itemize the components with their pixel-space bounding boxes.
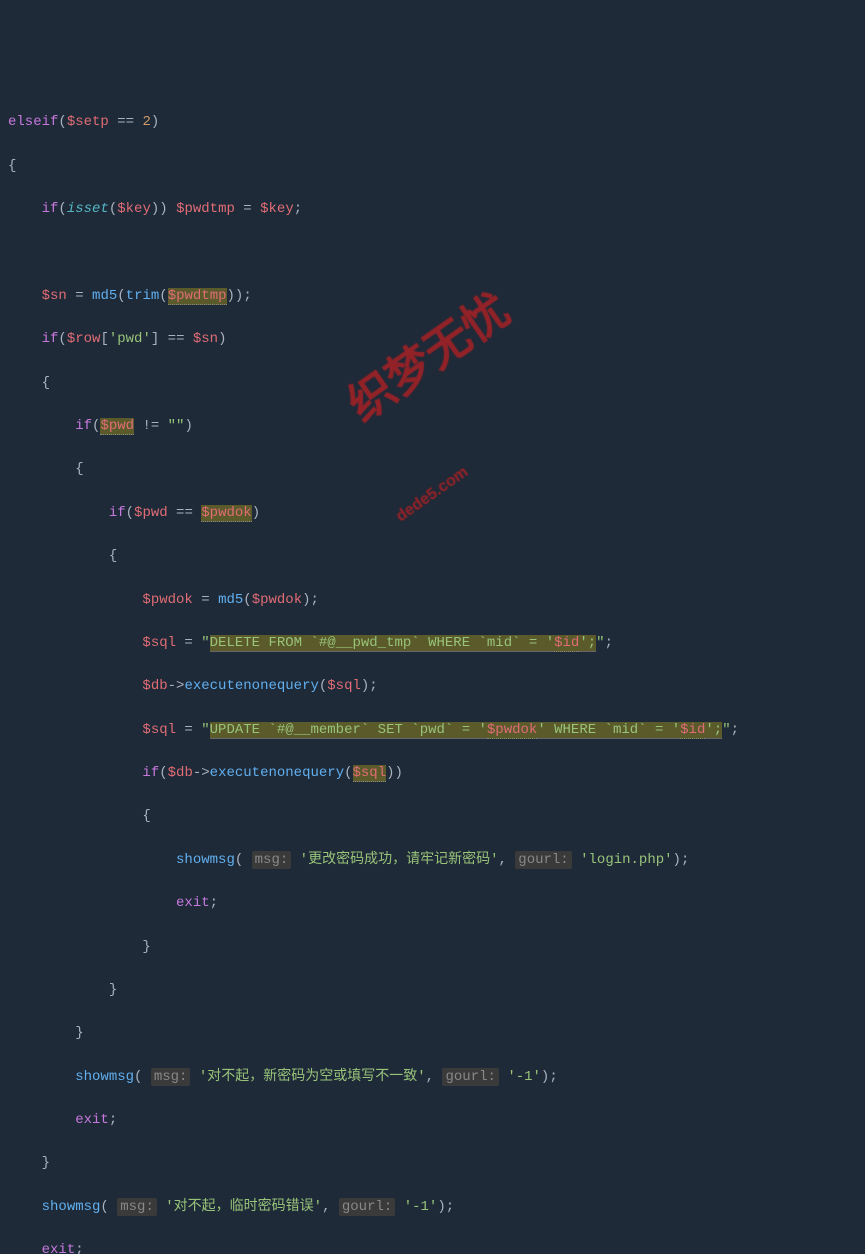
string-empty: "" [168,418,185,434]
code-line: } [8,1023,857,1045]
variable-pwdok-highlighted: $pwdok [201,505,251,522]
string-goback: '-1' [404,1199,438,1215]
function-showmsg: showmsg [75,1069,134,1085]
keyword-exit: exit [176,895,210,911]
function-isset: isset [67,201,109,217]
code-line: elseif($setp == 2) [8,112,857,134]
variable-sn: $sn [193,331,218,347]
code-line: $sql = "DELETE FROM `#@__pwd_tmp` WHERE … [8,633,857,655]
variable-db: $db [168,765,193,781]
variable-pwdok-highlighted: $pwdok [487,722,537,739]
variable-row: $row [67,331,101,347]
keyword-exit: exit [75,1112,109,1128]
param-hint-gourl: gourl: [442,1068,498,1086]
variable-key: $key [117,201,151,217]
variable-pwd-highlighted: $pwd [100,418,134,435]
code-line [8,243,857,265]
code-line: exit; [8,1110,857,1132]
string-error-msg: '对不起，新密码为空或填写不一致' [199,1069,426,1085]
method-executenonequery: executenonequery [210,765,344,781]
code-line: exit; [8,893,857,915]
function-md5: md5 [218,592,243,608]
code-line: } [8,1153,857,1175]
keyword-elseif: elseif [8,114,58,130]
sql-update-string: UPDATE `#@__member` SET `pwd` = ' [210,722,487,739]
function-showmsg: showmsg [42,1199,101,1215]
keyword-if: if [42,331,59,347]
variable-key: $key [260,201,294,217]
function-trim: trim [126,288,160,304]
sql-delete-string: DELETE FROM `#@__pwd_tmp` WHERE `mid` = … [210,635,554,652]
number-literal: 2 [142,114,150,130]
variable-pwd: $pwd [134,505,168,521]
code-line: exit; [8,1240,857,1254]
code-editor-viewport: elseif($setp == 2) { if(isset($key)) $pw… [8,91,857,1254]
variable-sn: $sn [42,288,67,304]
method-executenonequery: executenonequery [184,678,318,694]
string-pwd-index: 'pwd' [109,331,151,347]
code-line: if($pwd != "") [8,416,857,438]
variable-id-highlighted: $id [554,635,579,652]
code-line: if($row['pwd'] == $sn) [8,329,857,351]
variable-setp: $setp [67,114,109,130]
code-line: if($db->executenonequery($sql)) [8,763,857,785]
variable-sql: $sql [142,635,176,651]
code-line: showmsg( msg: '对不起，新密码为空或填写不一致', gourl: … [8,1067,857,1089]
param-hint-gourl: gourl: [339,1198,395,1216]
keyword-if: if [142,765,159,781]
variable-pwdok: $pwdok [142,592,192,608]
string-success-msg: '更改密码成功，请牢记新密码' [300,852,499,868]
code-line: } [8,937,857,959]
function-md5: md5 [92,288,117,304]
variable-id-highlighted: $id [680,722,705,739]
keyword-exit: exit [42,1242,76,1254]
code-line: showmsg( msg: '更改密码成功，请牢记新密码', gourl: 'l… [8,850,857,872]
variable-sql: $sql [327,678,361,694]
code-line: { [8,459,857,481]
param-hint-gourl: gourl: [515,851,571,869]
code-line: { [8,156,857,178]
param-hint-msg: msg: [252,851,292,869]
code-line: } [8,980,857,1002]
variable-pwdtmp: $pwdtmp [176,201,235,217]
code-line: $pwdok = md5($pwdok); [8,590,857,612]
code-line: { [8,806,857,828]
variable-sql-highlighted: $sql [353,765,387,782]
code-line: showmsg( msg: '对不起，临时密码错误', gourl: '-1')… [8,1197,857,1219]
string-temp-pwd-error: '对不起，临时密码错误' [165,1199,322,1215]
code-line: $sql = "UPDATE `#@__member` SET `pwd` = … [8,720,857,742]
variable-pwdtmp-highlighted: $pwdtmp [168,288,227,305]
string-goback: '-1' [507,1069,541,1085]
code-line: if($pwd == $pwdok) [8,503,857,525]
code-line: { [8,546,857,568]
keyword-if: if [109,505,126,521]
code-line: { [8,373,857,395]
variable-db: $db [142,678,167,694]
param-hint-msg: msg: [117,1198,157,1216]
function-showmsg: showmsg [176,852,235,868]
variable-pwdok: $pwdok [252,592,302,608]
param-hint-msg: msg: [151,1068,191,1086]
code-line: $db->executenonequery($sql); [8,676,857,698]
code-line: $sn = md5(trim($pwdtmp)); [8,286,857,308]
variable-sql: $sql [142,722,176,738]
string-login-url: 'login.php' [580,852,672,868]
keyword-if: if [42,201,59,217]
keyword-if: if [75,418,92,434]
code-line: if(isset($key)) $pwdtmp = $key; [8,199,857,221]
